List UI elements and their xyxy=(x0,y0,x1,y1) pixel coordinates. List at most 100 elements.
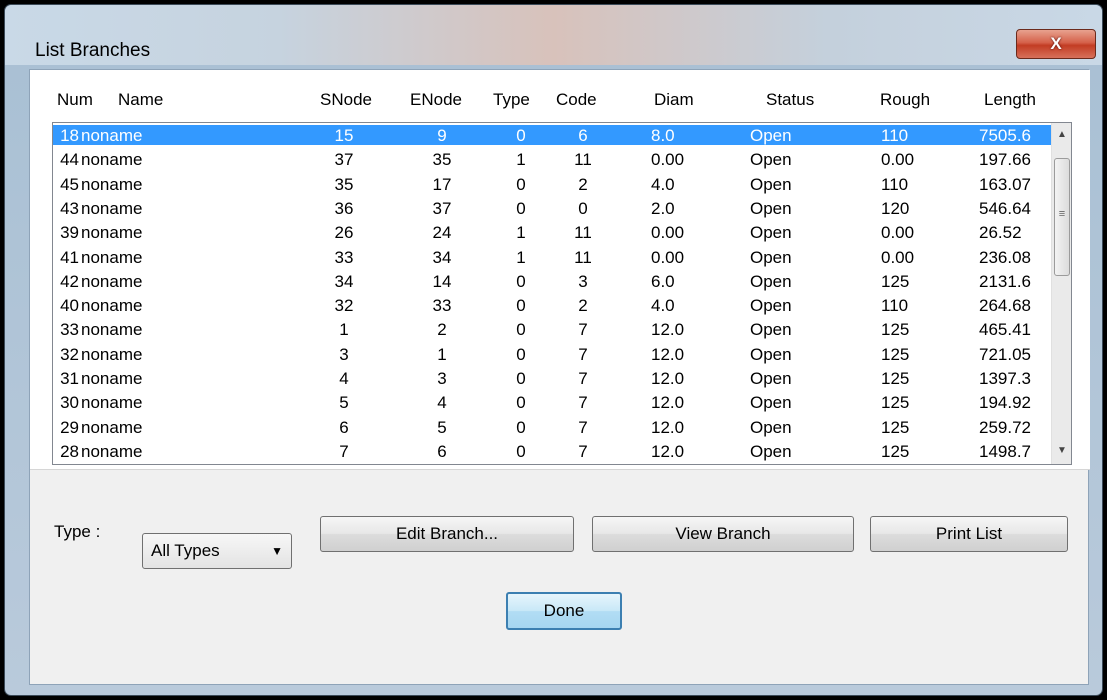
done-button[interactable]: Done xyxy=(506,592,622,630)
scroll-up-arrow-icon[interactable]: ▲ xyxy=(1052,126,1071,144)
cell-rough: 125 xyxy=(881,417,910,437)
cell-diam: 12.0 xyxy=(651,441,685,461)
cell-type: 0 xyxy=(516,417,526,437)
cell-snode: 35 xyxy=(334,174,354,194)
cell-name: noname xyxy=(81,393,143,413)
cell-code: 7 xyxy=(578,393,588,413)
print-list-button[interactable]: Print List xyxy=(870,516,1068,552)
cell-name: noname xyxy=(81,296,143,316)
cell-type: 0 xyxy=(516,296,526,316)
list-row[interactable]: 28 noname 7 6 0 7 12.0 Open 125 1498.7 xyxy=(53,441,1051,461)
column-header-type: Type xyxy=(493,90,530,109)
column-header-name: Name xyxy=(118,90,164,109)
branch-listbox[interactable]: 18 noname 15 9 0 6 8.0 Open 110 7505.6 44 noname 37 3… xyxy=(52,122,1072,465)
cell-type: 0 xyxy=(516,198,526,218)
cell-num: 44 xyxy=(60,150,79,170)
chevron-down-icon: ▼ xyxy=(271,544,283,558)
cell-enode: 37 xyxy=(432,198,452,218)
cell-rough: 125 xyxy=(881,369,910,388)
cell-type: 1 xyxy=(516,150,526,170)
scroll-thumb[interactable]: ≡ xyxy=(1054,158,1070,276)
cell-code: 2 xyxy=(578,296,588,316)
cell-status: Open xyxy=(750,223,792,243)
cell-diam: 12.0 xyxy=(651,393,685,413)
cell-name: noname xyxy=(81,369,143,388)
cell-name: noname xyxy=(81,441,143,461)
list-row[interactable]: 33 noname 1 2 0 7 12.0 Open 125 465.41 xyxy=(53,319,1051,339)
cell-snode: 15 xyxy=(334,126,354,145)
list-row[interactable]: 40 noname 32 33 0 2 4.0 Open 110 264.68 xyxy=(53,295,1051,315)
type-filter-dropdown[interactable]: All Types ▼ xyxy=(142,533,292,569)
dialog-title: List Branches xyxy=(35,40,151,61)
cell-name: noname xyxy=(81,271,143,291)
cell-name: noname xyxy=(81,174,143,194)
list-row[interactable]: 32 noname 3 1 0 7 12.0 Open 125 721.05 xyxy=(53,344,1051,364)
branch-list-panel: Num Name SNode ENode Type Code Diam Stat… xyxy=(30,70,1090,470)
column-header-rough: Rough xyxy=(880,90,931,109)
list-row[interactable]: 29 noname 6 5 0 7 12.0 Open 125 259.72 xyxy=(53,417,1051,437)
edit-branch-button[interactable]: Edit Branch... xyxy=(320,516,574,552)
cell-snode: 4 xyxy=(339,369,349,388)
cell-snode: 5 xyxy=(339,393,349,413)
cell-num: 45 xyxy=(60,174,79,194)
cell-status: Open xyxy=(750,320,792,340)
cell-status: Open xyxy=(750,126,792,145)
cell-code: 3 xyxy=(578,271,588,291)
cell-code: 11 xyxy=(574,223,592,243)
column-header-snode: SNode xyxy=(320,90,372,109)
view-branch-button[interactable]: View Branch xyxy=(592,516,854,552)
cell-code: 7 xyxy=(578,417,588,437)
cell-code: 11 xyxy=(574,150,592,170)
cell-enode: 14 xyxy=(432,271,452,291)
cell-diam: 4.0 xyxy=(651,174,675,194)
cell-diam: 12.0 xyxy=(651,369,685,388)
cell-length: 236.08 xyxy=(979,247,1031,267)
column-header-status: Status xyxy=(766,90,815,109)
list-row[interactable]: 41 noname 33 34 1 11 0.00 Open 0.00 236.08 xyxy=(53,247,1051,267)
list-row[interactable]: 44 noname 37 35 1 11 0.00 Open 0.00 197.66 xyxy=(53,149,1051,169)
cell-length: 1498.7 xyxy=(979,441,1031,461)
list-row[interactable]: 31 noname 4 3 0 7 12.0 Open 125 1397.3 xyxy=(53,368,1051,388)
scroll-down-arrow-icon[interactable]: ▼ xyxy=(1052,442,1071,460)
cell-length: 259.72 xyxy=(979,417,1031,437)
cell-rough: 125 xyxy=(881,393,910,413)
list-row[interactable]: 39 noname 26 24 1 11 0.00 Open 0.00 26.52 xyxy=(53,222,1051,242)
cell-length: 194.92 xyxy=(979,393,1031,413)
list-row[interactable]: 45 noname 35 17 0 2 4.0 Open 110 163.07 xyxy=(53,174,1051,194)
column-header-code: Code xyxy=(556,90,597,109)
cell-type: 1 xyxy=(516,223,526,243)
cell-num: 39 xyxy=(60,223,79,243)
close-icon: X xyxy=(1050,34,1062,53)
list-row[interactable]: 18 noname 15 9 0 6 8.0 Open 110 7505.6 xyxy=(53,125,1051,145)
list-row[interactable]: 30 noname 5 4 0 7 12.0 Open 125 194.92 xyxy=(53,392,1051,412)
cell-length: 2131.6 xyxy=(979,271,1031,291)
cell-type: 1 xyxy=(516,247,526,267)
list-header: Num Name SNode ENode Type Code Diam Stat… xyxy=(30,90,1070,110)
list-row[interactable]: 42 noname 34 14 0 3 6.0 Open 125 2131.6 xyxy=(53,271,1051,291)
cell-diam: 12.0 xyxy=(651,320,685,340)
dialog-client-area: Num Name SNode ENode Type Code Diam Stat… xyxy=(29,69,1090,685)
cell-rough: 120 xyxy=(881,198,910,218)
vertical-scrollbar[interactable]: ▲ ≡ ▼ xyxy=(1051,123,1071,464)
cell-type: 0 xyxy=(516,271,526,291)
cell-snode: 7 xyxy=(339,441,349,461)
cell-enode: 1 xyxy=(437,344,447,364)
cell-enode: 4 xyxy=(437,393,447,413)
cell-status: Open xyxy=(750,271,792,291)
cell-num: 41 xyxy=(60,247,79,267)
column-header-diam: Diam xyxy=(654,90,694,109)
list-row[interactable]: 43 noname 36 37 0 0 2.0 Open 120 546.64 xyxy=(53,198,1051,218)
cell-type: 0 xyxy=(516,344,526,364)
close-button[interactable]: X xyxy=(1016,29,1096,59)
cell-num: 33 xyxy=(60,320,79,340)
cell-snode: 26 xyxy=(334,223,354,243)
cell-length: 1397.3 xyxy=(979,369,1031,388)
cell-enode: 35 xyxy=(432,150,452,170)
cell-enode: 3 xyxy=(437,369,447,388)
cell-num: 29 xyxy=(60,417,79,437)
cell-num: 40 xyxy=(60,296,79,316)
title-bar xyxy=(5,5,1102,65)
cell-enode: 34 xyxy=(432,247,452,267)
cell-rough: 0.00 xyxy=(881,150,915,170)
cell-num: 43 xyxy=(60,198,79,218)
